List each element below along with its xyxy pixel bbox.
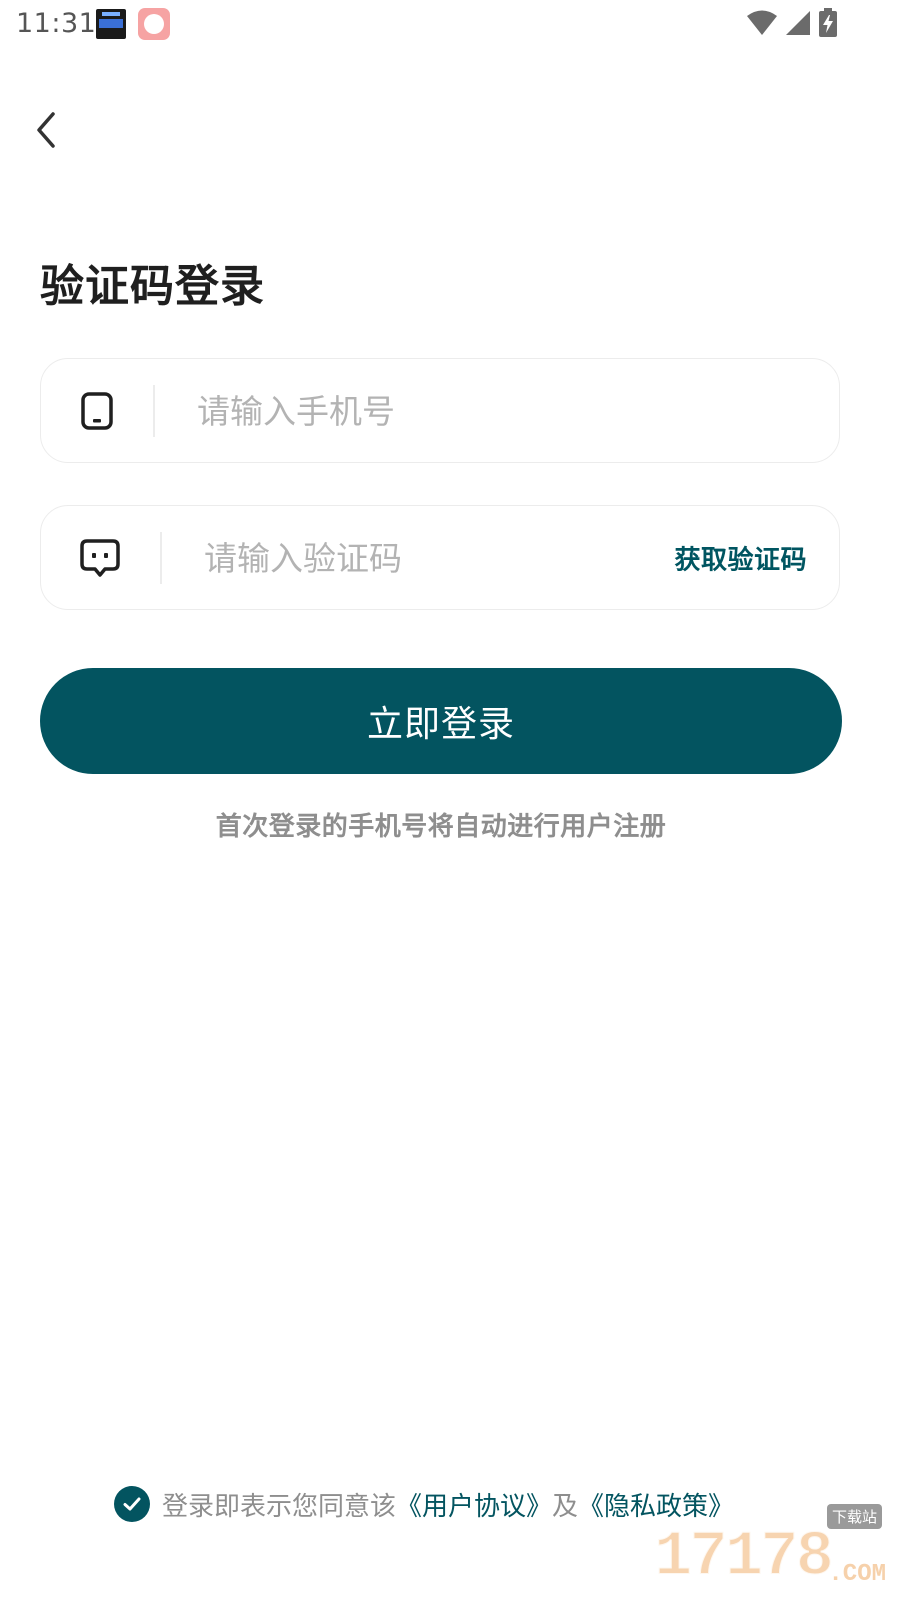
message-icon	[79, 537, 121, 579]
login-button[interactable]: 立即登录	[40, 668, 842, 774]
check-icon	[123, 1497, 141, 1511]
page-title: 验证码登录	[40, 261, 265, 312]
clock-widget-icon	[96, 9, 126, 39]
verification-code-input[interactable]	[202, 506, 656, 611]
back-button[interactable]	[22, 104, 70, 156]
status-indicators	[746, 8, 838, 38]
verification-code-field: 获取验证码	[40, 505, 840, 611]
watermark-domain: .COM	[828, 1561, 886, 1588]
chevron-left-icon	[37, 112, 55, 148]
phone-field	[40, 358, 840, 464]
watermark-tag: 下载站	[826, 1504, 882, 1529]
watermark-logo: 下载站 17178 .COM	[653, 1504, 886, 1595]
agree-checkbox[interactable]	[114, 1486, 150, 1522]
status-time: 11:31	[16, 8, 97, 39]
app-icon	[138, 8, 170, 40]
field-divider	[153, 385, 155, 437]
register-hint: 首次登录的手机号将自动进行用户注册	[215, 812, 667, 842]
phone-input[interactable]	[195, 359, 799, 464]
wifi-icon	[747, 10, 777, 35]
watermark-number: 17178	[653, 1521, 835, 1595]
agreement-row: 登录即表示您同意该 《用户协议》 及 《隐私政策》	[114, 1484, 734, 1524]
agreement-prefix: 登录即表示您同意该	[162, 1491, 397, 1522]
signal-icon	[786, 11, 810, 35]
phone-icon	[79, 391, 115, 431]
field-divider	[160, 532, 162, 584]
agreement-conjunction: 及	[552, 1491, 579, 1522]
status-bar: 11:31	[0, 0, 900, 52]
get-code-button[interactable]: 获取验证码	[674, 539, 807, 576]
user-agreement-link[interactable]: 《用户协议》	[396, 1486, 552, 1523]
battery-charging-icon	[819, 8, 837, 37]
